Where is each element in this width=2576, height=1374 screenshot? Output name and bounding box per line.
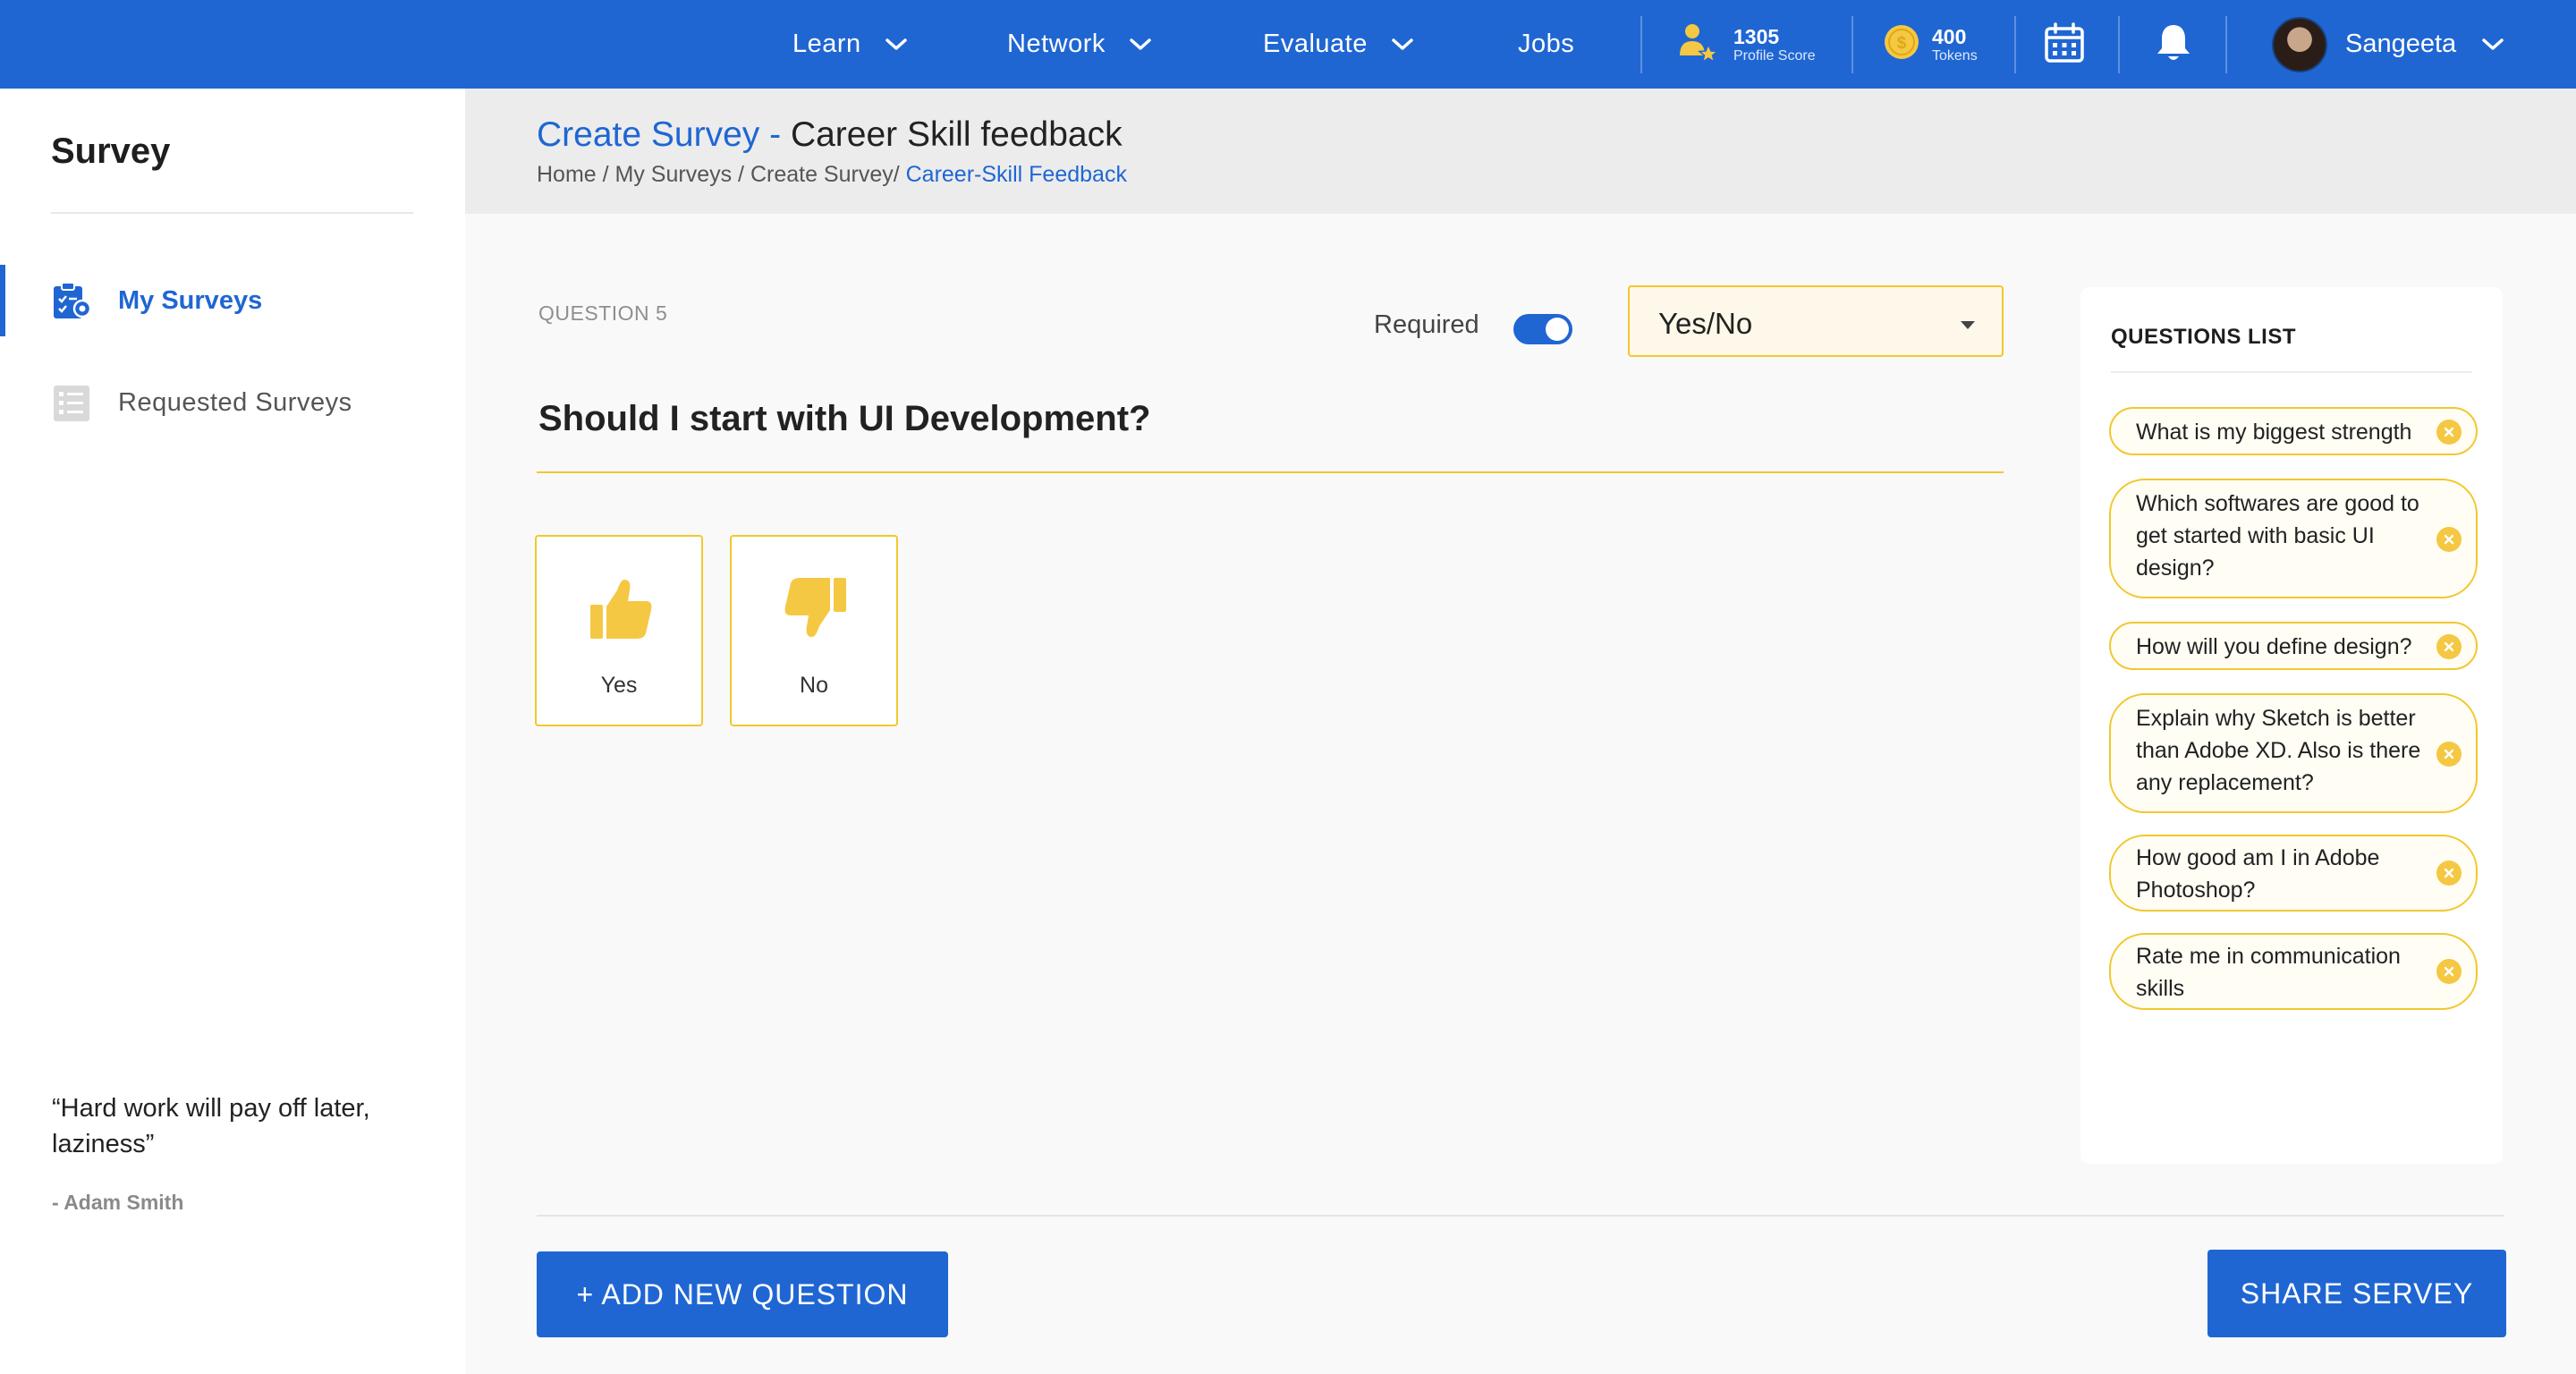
question-type-value: Yes/No	[1658, 307, 1753, 340]
question-number-label: QUESTION 5	[538, 301, 668, 325]
chevron-down-icon	[1129, 38, 1152, 52]
questions-list-divider	[2111, 371, 2472, 373]
nav-divider	[1852, 16, 1853, 73]
question-chip-text: Rate me in communication skills	[2136, 944, 2401, 1001]
profile-score-value: 1305	[1733, 24, 1780, 48]
toggle-knob	[1546, 318, 1569, 341]
question-chip-text: How will you define design?	[2136, 634, 2412, 659]
question-chip-text: Which softwares are good to get started …	[2136, 491, 2419, 581]
question-chip-text: What is my biggest strength	[2136, 420, 2412, 445]
chevron-down-icon	[1391, 38, 1414, 52]
survey-clipboard-icon	[51, 281, 92, 327]
nav-jobs[interactable]: Jobs	[1518, 0, 1574, 89]
remove-icon[interactable]	[2436, 959, 2462, 984]
thumbs-down-icon	[780, 572, 852, 649]
questions-list-panel: QUESTIONS LIST What is my biggest streng…	[2080, 287, 2503, 1164]
add-new-question-button[interactable]: + ADD NEW QUESTION	[537, 1251, 948, 1337]
question-text-input[interactable]: Should I start with UI Development?	[537, 393, 2004, 473]
calendar-icon[interactable]	[2043, 21, 2086, 64]
caret-down-icon	[1961, 321, 1975, 329]
remove-icon[interactable]	[2436, 527, 2462, 552]
option-no[interactable]: No	[730, 535, 898, 726]
sidebar: Survey My Surveys Requested Surveys “Har…	[0, 89, 465, 1374]
avatar	[2272, 16, 2327, 72]
nav-network[interactable]: Network	[1007, 0, 1152, 89]
top-navigation-bar: Learn Network Evaluate Jobs 1305 Profile…	[0, 0, 2576, 89]
remove-icon[interactable]	[2436, 634, 2462, 659]
nav-learn-label: Learn	[792, 30, 861, 58]
breadcrumb-trail[interactable]: Home / My Surveys / Create Survey/	[537, 162, 906, 187]
user-menu[interactable]: Sangeeta	[2272, 0, 2504, 89]
share-survey-button[interactable]: SHARE SERVEY	[2207, 1250, 2506, 1337]
option-yes[interactable]: Yes	[535, 535, 703, 726]
profile-score[interactable]: 1305 Profile Score	[1674, 0, 1816, 89]
nav-divider	[2014, 16, 2016, 73]
page-header: Create Survey - Career Skill feedback Ho…	[465, 89, 2576, 214]
sidebar-item-label: Requested Surveys	[118, 387, 352, 417]
sidebar-item-requested-surveys[interactable]: Requested Surveys	[0, 367, 465, 438]
chevron-down-icon	[885, 38, 908, 52]
bell-icon[interactable]	[2152, 21, 2195, 64]
remove-icon[interactable]	[2436, 742, 2462, 767]
quote-text: “Hard work will pay off later, laziness”	[52, 1094, 370, 1158]
thumbs-up-icon	[585, 572, 657, 649]
question-chip-text: How good am I in Adobe Photoshop?	[2136, 845, 2380, 903]
title-separator: -	[759, 115, 791, 154]
chevron-down-icon	[2481, 38, 2504, 52]
question-chip[interactable]: Explain why Sketch is better than Adobe …	[2109, 693, 2478, 813]
sidebar-item-label: My Surveys	[118, 285, 263, 315]
page-title: Create Survey - Career Skill feedback	[537, 115, 1123, 155]
nav-evaluate[interactable]: Evaluate	[1263, 0, 1414, 89]
required-label: Required	[1374, 310, 1479, 339]
nav-divider	[2225, 16, 2227, 73]
question-chip[interactable]: Which softwares are good to get started …	[2109, 479, 2478, 598]
question-chip-text: Explain why Sketch is better than Adobe …	[2136, 706, 2421, 795]
option-label: No	[800, 673, 828, 698]
required-toggle[interactable]	[1513, 314, 1572, 344]
breadcrumb-current: Career-Skill Feedback	[905, 162, 1127, 187]
add-new-question-label: + ADD NEW QUESTION	[576, 1277, 909, 1310]
footer-divider	[537, 1215, 2504, 1217]
remove-icon[interactable]	[2436, 420, 2462, 445]
option-label: Yes	[600, 673, 638, 698]
nav-network-label: Network	[1007, 30, 1106, 58]
question-chip[interactable]: Rate me in communication skills	[2109, 933, 2478, 1010]
profile-score-label: Profile Score	[1733, 47, 1816, 64]
tokens-label: Tokens	[1932, 47, 1978, 64]
sidebar-divider	[51, 212, 413, 214]
nav-evaluate-label: Evaluate	[1263, 30, 1368, 58]
sidebar-item-my-surveys[interactable]: My Surveys	[0, 265, 465, 336]
share-survey-label: SHARE SERVEY	[2240, 1276, 2474, 1310]
question-chip[interactable]: How good am I in Adobe Photoshop?	[2109, 835, 2478, 912]
checklist-icon	[51, 383, 92, 428]
tokens[interactable]: $ 400 Tokens	[1884, 0, 1978, 89]
nav-jobs-label: Jobs	[1518, 30, 1575, 58]
create-survey-link[interactable]: Create Survey	[537, 115, 759, 154]
question-type-select[interactable]: Yes/No	[1628, 285, 2004, 357]
nav-divider	[2118, 16, 2120, 73]
questions-list-title: QUESTIONS LIST	[2111, 325, 2297, 349]
breadcrumb: Home / My Surveys / Create Survey/ Caree…	[537, 162, 1127, 188]
nav-divider	[1640, 16, 1642, 73]
survey-editor: QUESTION 5 Required Yes/No Should I star…	[465, 214, 2576, 1374]
coin-icon: $	[1884, 24, 1919, 64]
svg-text:$: $	[1897, 34, 1907, 53]
nav-learn[interactable]: Learn	[792, 0, 908, 89]
quote-author: - Adam Smith	[52, 1191, 184, 1214]
sidebar-title: Survey	[51, 131, 171, 171]
question-text: Should I start with UI Development?	[538, 398, 1151, 438]
survey-name: Career Skill feedback	[790, 115, 1123, 154]
question-chip[interactable]: How will you define design?	[2109, 622, 2478, 670]
profile-score-icon	[1674, 20, 1719, 69]
remove-icon[interactable]	[2436, 861, 2462, 886]
tokens-value: 400	[1932, 24, 1967, 48]
user-name: Sangeeta	[2345, 30, 2457, 58]
question-chip[interactable]: What is my biggest strength	[2109, 407, 2478, 455]
